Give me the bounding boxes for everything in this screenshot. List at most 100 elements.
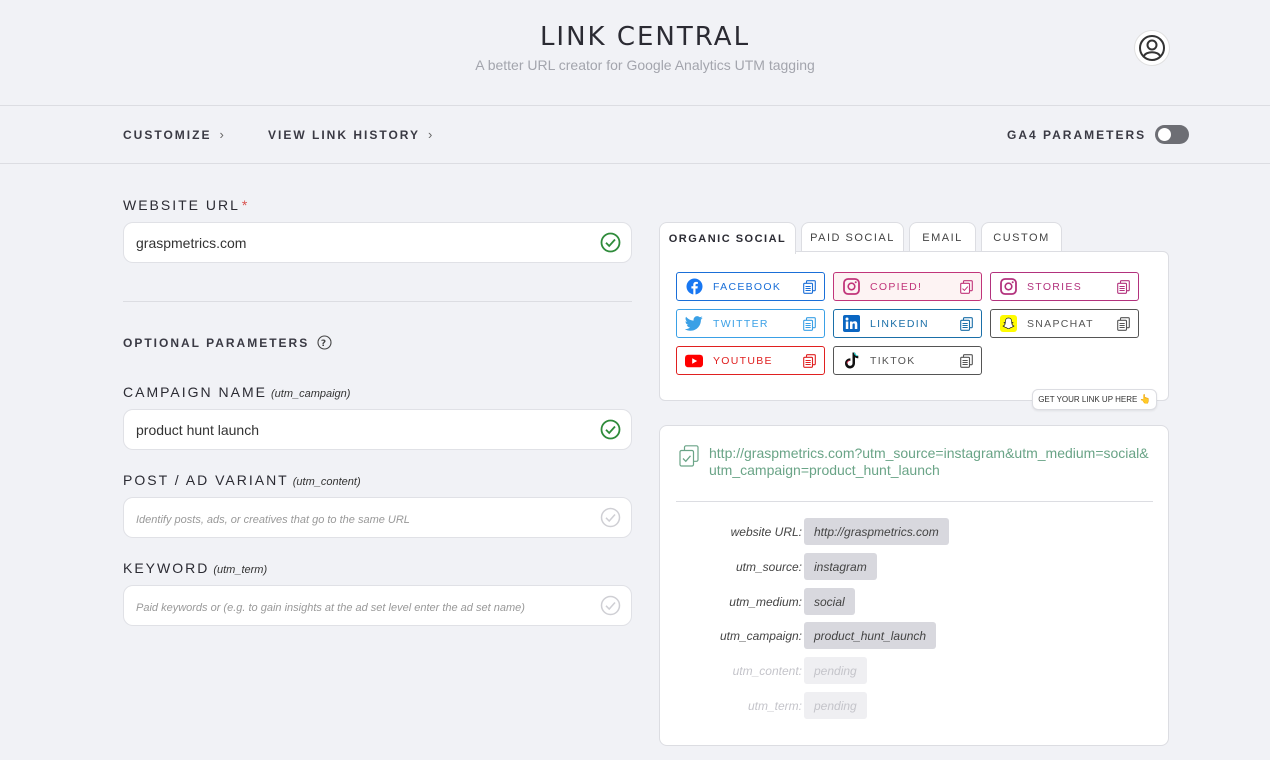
instagram-icon	[999, 278, 1017, 296]
stories-button[interactable]: STORIES	[990, 272, 1139, 301]
post-ad-variant-input[interactable]	[136, 509, 631, 526]
youtube-icon	[685, 352, 703, 370]
instagram-copied-button[interactable]: COPIED!	[833, 272, 982, 301]
param-row-utm-campaign: utm_campaign: product_hunt_launch	[660, 622, 1170, 650]
ga4-toggle[interactable]	[1155, 125, 1190, 144]
tab-email[interactable]: EMAIL	[909, 222, 976, 253]
campaign-name-input[interactable]	[136, 421, 631, 438]
youtube-label: YOUTUBE	[713, 354, 773, 367]
tiktok-button[interactable]: TIKTOK	[833, 346, 982, 375]
linkedin-label: LINKEDIN	[870, 317, 929, 330]
keyword-param-hint: (utm_term)	[213, 564, 268, 576]
param-key: utm_campaign:	[719, 629, 802, 643]
app-subtitle: A better URL creator for Google Analytic…	[475, 57, 815, 73]
snapchat-icon	[999, 315, 1017, 333]
campaign-name-label: CAMPAIGN NAME (utm_campaign)	[123, 384, 350, 400]
youtube-button[interactable]: YOUTUBE	[676, 346, 825, 375]
network-buttons-panel: FACEBOOK COPIED! STORIES TWITTER LINKEDI…	[659, 251, 1169, 401]
keyword-input[interactable]	[136, 597, 631, 614]
param-value: pending	[804, 657, 867, 684]
twitter-icon	[685, 315, 703, 333]
check-circle-icon	[600, 507, 621, 528]
get-link-tooltip[interactable]: GET YOUR LINK UP HERE 👆	[1032, 389, 1157, 410]
snapchat-label: SNAPCHAT	[1027, 317, 1094, 330]
twitter-label: TWITTER	[713, 317, 769, 330]
param-row-utm-term: utm_term: pending	[660, 692, 1170, 720]
nav-bar: CUSTOMIZE › VIEW LINK HISTORY › GA4 PARA…	[0, 106, 1270, 164]
keyword-label-text: KEYWORD	[123, 560, 210, 576]
param-key: utm_term:	[747, 699, 802, 713]
generated-url[interactable]: http://graspmetrics.com?utm_source=insta…	[709, 445, 1155, 479]
param-value: pending	[804, 692, 867, 719]
tab-custom[interactable]: CUSTOM	[981, 222, 1062, 253]
param-key: utm_content:	[732, 664, 802, 678]
param-value: product_hunt_launch	[804, 622, 937, 649]
output-divider	[676, 501, 1153, 502]
optional-parameters-heading: OPTIONAL PARAMETERS ?	[123, 335, 332, 350]
param-key: website URL:	[730, 525, 802, 539]
param-value: http://graspmetrics.com	[804, 518, 949, 545]
param-key: utm_source:	[735, 560, 802, 574]
linkedin-button[interactable]: LINKEDIN	[833, 309, 982, 338]
keyword-label: KEYWORD (utm_term)	[123, 560, 267, 576]
help-icon[interactable]: ?	[317, 335, 332, 350]
toggle-knob	[1158, 128, 1172, 141]
copy-icon	[1117, 317, 1130, 331]
instagram-copied-label: COPIED!	[870, 280, 923, 293]
ga4-parameters-control: GA4 PARAMETERS	[1007, 125, 1190, 144]
customize-link[interactable]: CUSTOMIZE ›	[123, 127, 224, 142]
param-value: instagram	[804, 553, 877, 580]
check-circle-icon	[600, 419, 621, 440]
param-row-utm-medium: utm_medium: social	[660, 588, 1170, 616]
section-divider	[123, 301, 632, 302]
required-mark: *	[241, 197, 250, 213]
param-key: utm_medium:	[729, 595, 802, 609]
website-url-input[interactable]	[136, 234, 631, 251]
post-ad-variant-label-text: POST / AD VARIANT	[123, 472, 289, 488]
view-history-label: VIEW LINK HISTORY	[268, 127, 421, 142]
website-url-label: WEBSITE URL *	[123, 197, 249, 213]
customize-label: CUSTOMIZE	[123, 127, 212, 142]
campaign-param-hint: (utm_campaign)	[270, 388, 351, 400]
param-row-utm-source: utm_source: instagram	[660, 553, 1170, 581]
pointing-up-icon: 👆	[1139, 394, 1151, 404]
check-circle-icon	[600, 232, 621, 253]
linkedin-icon	[842, 315, 860, 333]
stories-label: STORIES	[1027, 280, 1083, 293]
copy-icon	[803, 354, 816, 368]
param-row-utm-content: utm_content: pending	[660, 657, 1170, 685]
optional-parameters-text: OPTIONAL PARAMETERS	[123, 335, 310, 350]
snapchat-button[interactable]: SNAPCHAT	[990, 309, 1139, 338]
param-value: social	[804, 588, 855, 615]
check-circle-icon	[600, 595, 621, 616]
keyword-field	[123, 585, 632, 626]
param-row-website-url: website URL: http://graspmetrics.com	[660, 518, 1170, 546]
get-link-label: GET YOUR LINK UP HERE	[1038, 395, 1138, 404]
campaign-name-field	[123, 409, 632, 450]
chevron-right-icon: ›	[219, 127, 224, 142]
tab-paid-social[interactable]: PAID SOCIAL	[801, 222, 904, 253]
generated-link-panel: http://graspmetrics.com?utm_source=insta…	[659, 425, 1169, 746]
copy-icon	[803, 280, 816, 294]
ga4-label: GA4 PARAMETERS	[1007, 127, 1147, 142]
copy-icon	[803, 317, 816, 331]
copy-icon	[960, 317, 973, 331]
user-account-button[interactable]	[1134, 30, 1170, 66]
view-link-history-link[interactable]: VIEW LINK HISTORY ›	[268, 127, 432, 142]
svg-text:?: ?	[321, 339, 328, 349]
website-url-field	[123, 222, 632, 263]
post-ad-variant-label: POST / AD VARIANT (utm_content)	[123, 472, 361, 488]
copy-icon	[1117, 280, 1130, 294]
copy-icon	[960, 280, 973, 294]
chevron-right-icon: ›	[428, 127, 433, 142]
facebook-label: FACEBOOK	[713, 280, 782, 293]
copied-clipboard-icon[interactable]	[679, 445, 699, 467]
website-url-label-text: WEBSITE URL	[123, 197, 240, 213]
user-icon	[1139, 35, 1165, 61]
twitter-button[interactable]: TWITTER	[676, 309, 825, 338]
tab-organic-social[interactable]: ORGANIC SOCIAL	[659, 222, 796, 254]
facebook-button[interactable]: FACEBOOK	[676, 272, 825, 301]
post-ad-variant-field	[123, 497, 632, 538]
copy-icon	[960, 354, 973, 368]
campaign-name-label-text: CAMPAIGN NAME	[123, 384, 267, 400]
